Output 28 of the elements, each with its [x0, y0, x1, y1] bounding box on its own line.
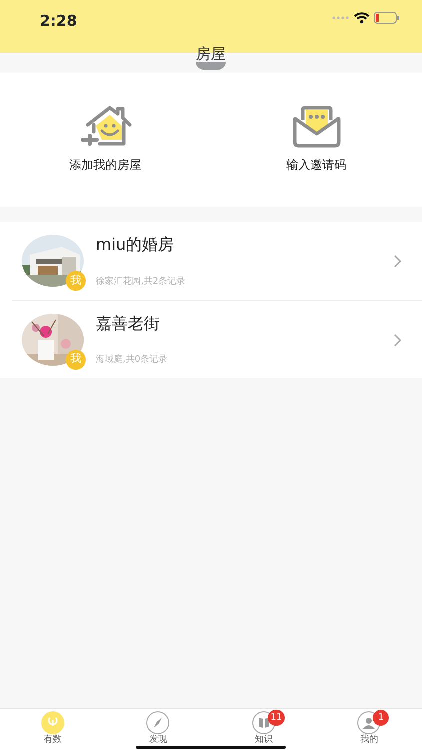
tab-item[interactable]: 有数: [0, 709, 106, 745]
house-row[interactable]: 我 嘉善老街 海域庭,共0条记录: [12, 300, 422, 378]
status-time: 2:28: [40, 11, 78, 32]
wifi-icon: [354, 12, 370, 24]
title-backdrop: [196, 62, 226, 70]
notification-badge: 1: [373, 710, 390, 726]
owner-badge: 我: [66, 350, 86, 370]
chevron-right-icon: [394, 334, 402, 347]
house-detail: 海域庭,共0条记录: [96, 354, 169, 367]
tab-item[interactable]: 发现: [106, 709, 211, 745]
notification-badge: 11: [268, 710, 286, 726]
add-house-button[interactable]: 添加我的房屋: [0, 73, 211, 207]
house-detail: 徐家汇花园,共2条记录: [96, 276, 187, 288]
tab-item[interactable]: 我的 1: [316, 709, 422, 745]
home-icon: [40, 711, 65, 735]
house-name: 嘉善老街: [96, 312, 161, 334]
house-plus-icon: [80, 106, 132, 148]
tab-item[interactable]: 知识 11: [211, 709, 316, 745]
envelope-code-icon: [290, 106, 342, 148]
house-row[interactable]: 我 miu的婚房 徐家汇花园,共2条记录: [0, 222, 422, 300]
signal-icon: [332, 16, 350, 20]
compass-icon: [146, 711, 170, 735]
battery-icon: [374, 12, 400, 24]
owner-badge: 我: [66, 271, 86, 291]
house-name: miu的婚房: [96, 234, 176, 256]
invite-code-button[interactable]: 输入邀请码: [211, 73, 422, 207]
chevron-right-icon: [394, 255, 402, 268]
page-title: 房屋: [196, 44, 226, 63]
